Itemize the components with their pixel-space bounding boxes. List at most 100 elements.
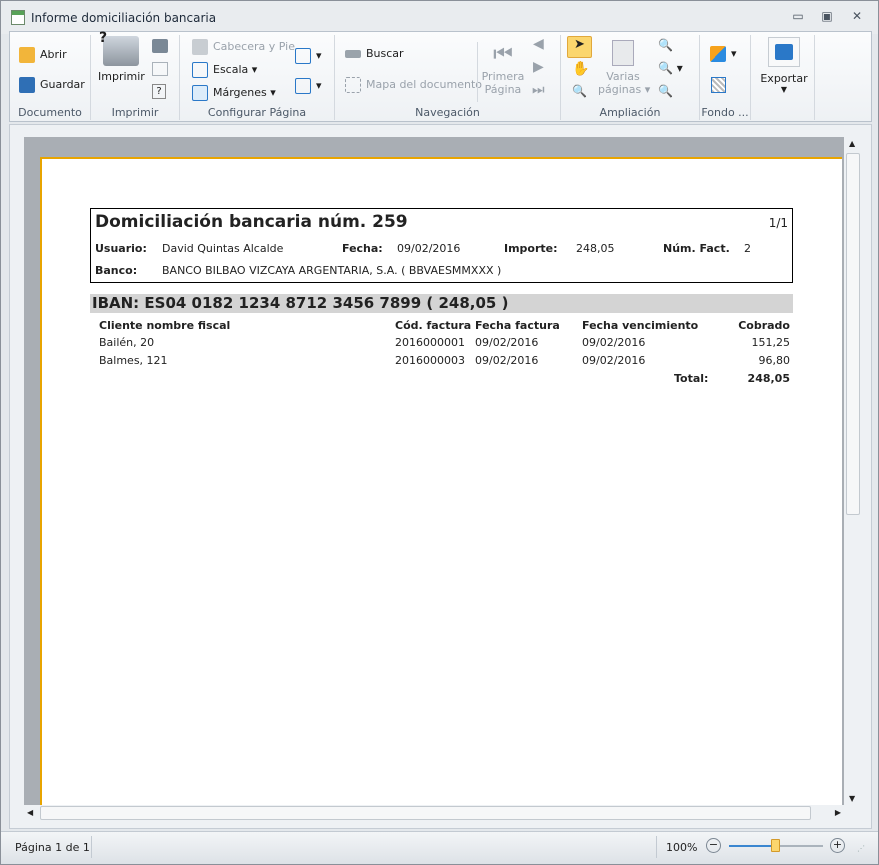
orientation-button[interactable]: ▾ [295,48,322,64]
scroll-right-arrow[interactable]: ▶ [835,808,841,817]
restore-button[interactable]: ▣ [817,9,837,25]
group-label-configurar: Configurar Página [207,106,307,119]
margins-button[interactable]: Márgenes ▾ [192,85,276,101]
page-size-icon [295,78,311,94]
zoom-slider-thumb[interactable] [771,839,780,852]
vertical-scroll-thumb[interactable] [846,153,860,515]
scale-icon [192,62,208,78]
zoom-slider[interactable] [729,839,823,852]
group-label-ampliacion: Ampliación [599,106,661,119]
cell-cobrado: 96,80 [758,354,791,367]
document-viewport[interactable]: Domiciliación bancaria núm. 259 1/1 Usua… [24,137,844,805]
report-page: Domiciliación bancaria núm. 259 1/1 Usua… [40,157,842,805]
importe-label: Importe: [504,242,558,255]
header-footer-button[interactable]: Cabecera y Pie [192,39,295,55]
column-header-cliente: Cliente nombre fiscal [99,319,231,332]
zoom-level: 100% [666,841,698,854]
numfact-value: 2 [744,242,751,255]
search-button[interactable]: Buscar [345,47,404,60]
cell-cobrado: 151,25 [751,336,791,349]
page-setup-icon[interactable] [152,62,168,76]
horizontal-scrollbar[interactable]: ◀ ▶ [24,805,844,822]
numfact-label: Núm. Fact. [663,242,730,255]
hand-tool-button[interactable]: ✋ [572,61,589,77]
export-button[interactable]: Exportar ▼ [756,37,812,94]
print-label: Imprimir [98,70,145,83]
open-button[interactable]: Abrir [19,47,67,63]
scroll-left-arrow[interactable]: ◀ [27,808,33,817]
scale-label: Escala [213,63,249,76]
next-page-button[interactable]: ▶ [533,59,544,75]
multiple-pages-label-2: páginas [598,83,642,96]
group-label-documento: Documento [18,106,82,119]
minimize-button[interactable]: ▭ [788,9,808,25]
iban-bar: IBAN: ES04 0182 1234 8712 3456 7899 ( 24… [90,294,793,313]
scale-button[interactable]: Escala ▾ [192,62,257,78]
scroll-down-arrow[interactable]: ▼ [849,794,855,803]
cell-fecha-factura: 09/02/2016 [475,336,539,349]
cell-cod-factura: 2016000003 [395,354,465,367]
zoom-in-status-button[interactable]: + [830,838,845,853]
folder-icon [19,47,35,63]
report-preview-window: Informe domiciliación bancaria ▭ ▣ ✕ Abr… [0,0,879,865]
page-color-button[interactable]: ▾ [710,46,737,62]
column-header-fecha-factura: Fecha factura [475,319,560,332]
multiple-pages-icon [612,40,634,66]
previous-page-button[interactable]: ◀ [533,36,544,52]
last-page-button[interactable]: ⏭ [532,82,545,98]
page-size-button[interactable]: ▾ [295,78,322,94]
cell-cliente: Bailén, 20 [99,336,155,349]
document-map-button[interactable]: Mapa del documento [345,77,482,93]
group-label-fondo: Fondo ... [701,106,749,119]
print-button[interactable]: ? Imprimir [98,30,145,83]
quick-print-icon[interactable] [152,39,168,53]
multiple-pages-button[interactable]: Varias páginas ▾ [598,40,650,96]
zoom-in-button[interactable]: 🔍 [658,84,673,98]
ribbon: Abrir Guardar Documento ? Imprimir ? Imp… [9,30,872,122]
report-icon [11,10,25,25]
header-footer-label: Cabecera y Pie [213,40,295,53]
open-label: Abrir [40,48,67,61]
magnifier-button[interactable]: 🔍 [572,84,587,98]
first-page-label-2: Página [484,83,522,96]
total-value: 248,05 [747,372,790,385]
cell-fecha-factura: 09/02/2016 [475,354,539,367]
preview-area: Domiciliación bancaria núm. 259 1/1 Usua… [9,124,872,829]
horizontal-scroll-thumb[interactable] [40,806,811,820]
pointer-tool-button[interactable]: ➤ [567,36,592,58]
document-map-label: Mapa del documento [366,78,482,91]
zoom-out-status-button[interactable]: − [706,838,721,853]
report-header-box: Domiciliación bancaria núm. 259 1/1 Usua… [90,208,793,283]
window-title: Informe domiciliación bancaria [31,11,217,25]
header-footer-icon [192,39,208,55]
fecha-label: Fecha: [342,242,383,255]
banco-value: BANCO BILBAO VIZCAYA ARGENTARIA, S.A. ( … [162,264,502,277]
cell-cod-factura: 2016000001 [395,336,465,349]
orientation-icon [295,48,311,64]
margins-icon [192,85,208,101]
save-button[interactable]: Guardar [19,77,85,93]
column-header-fecha-vencimiento: Fecha vencimiento [582,319,699,332]
margins-label: Márgenes [213,86,267,99]
scroll-up-arrow[interactable]: ▲ [849,139,855,148]
cell-cliente: Balmes, 121 [99,354,168,367]
zoom-button[interactable]: 🔍 ▾ [658,61,683,75]
vertical-scrollbar[interactable]: ▲ ▼ [845,137,862,805]
paint-bucket-icon [710,46,726,62]
export-icon [768,37,800,67]
help-icon[interactable]: ? [152,84,166,99]
first-page-button[interactable]: ⏮ Primera Página [481,40,525,96]
zoom-out-button[interactable]: 🔍 [658,38,673,52]
close-button[interactable]: ✕ [847,9,867,25]
save-label: Guardar [40,78,85,91]
cell-fecha-vencimiento: 09/02/2016 [582,354,646,367]
watermark-button[interactable] [711,77,726,93]
resize-grip-icon[interactable]: ⋰ [857,844,865,853]
first-page-icon: ⏮ [493,42,513,67]
column-header-cobrado: Cobrado [738,319,790,332]
export-label: Exportar [760,72,808,85]
page-counter: 1/1 [768,216,788,230]
report-title: Domiciliación bancaria núm. 259 [95,212,408,232]
binoculars-icon [345,50,361,58]
status-bar: Página 1 de 1 100% − + ⋰ [1,831,878,864]
